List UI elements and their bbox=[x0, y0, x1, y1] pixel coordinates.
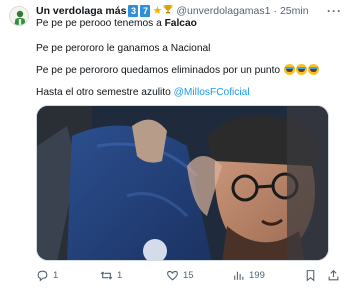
more-icon[interactable]: ··· bbox=[327, 4, 342, 18]
action-bar: 1 1 15 199 bbox=[36, 268, 342, 282]
line1-bold-text: Falcao bbox=[164, 18, 197, 29]
line3-text: Pe pe pe perororo quedamos eliminados po… bbox=[36, 65, 281, 76]
tweet-photo[interactable] bbox=[36, 105, 329, 261]
avatar[interactable] bbox=[9, 6, 29, 26]
reply-icon bbox=[37, 270, 48, 282]
number-badge-2: 7 bbox=[140, 5, 151, 17]
laughing-emoji-icon bbox=[283, 64, 295, 75]
number-badge-1: 3 bbox=[128, 5, 139, 17]
like-button[interactable]: 15 bbox=[166, 268, 194, 282]
retweet-count: 1 bbox=[117, 269, 123, 281]
display-name[interactable]: Un verdolaga más bbox=[36, 5, 126, 17]
avatar-icon bbox=[10, 7, 28, 25]
share-icon bbox=[328, 269, 339, 280]
trophy-icon bbox=[163, 4, 173, 18]
laughing-emoji-icon bbox=[307, 64, 319, 75]
reply-button[interactable]: 1 bbox=[36, 268, 58, 282]
laughing-emoji-icon bbox=[295, 64, 307, 75]
share-button[interactable] bbox=[327, 268, 340, 282]
views-button[interactable]: 199 bbox=[232, 268, 265, 282]
photo-content bbox=[37, 106, 328, 260]
line4-text: Hasta el otro semestre azulito bbox=[36, 87, 174, 98]
views-count: 199 bbox=[249, 269, 265, 281]
timestamp[interactable]: 25min bbox=[280, 5, 309, 17]
user-handle[interactable]: @unverdolagamas1 bbox=[176, 5, 270, 17]
tweet-text-line-3: Pe pe pe perororo quedamos eliminados po… bbox=[36, 64, 319, 77]
reply-count: 1 bbox=[53, 269, 59, 281]
views-icon bbox=[234, 271, 244, 280]
bookmark-button[interactable] bbox=[304, 268, 317, 282]
tweet-text-line-4: Hasta el otro semestre azulito @MillosFC… bbox=[36, 86, 250, 99]
tweet-card[interactable]: Un verdolaga más 3 7 ★ @unverdolagamas1 … bbox=[0, 0, 350, 292]
like-icon bbox=[167, 270, 178, 281]
star-icon: ★ bbox=[152, 5, 163, 17]
mention-link[interactable]: @MillosFCoficial bbox=[174, 87, 250, 98]
retweet-button[interactable]: 1 bbox=[100, 268, 122, 282]
separator-dot: · bbox=[273, 5, 277, 17]
tweet-text-line-1: Pe pe pe perooo tenemos a Falcao bbox=[36, 17, 197, 30]
like-count: 15 bbox=[183, 269, 194, 281]
retweet-icon bbox=[100, 270, 113, 280]
line1-text: Pe pe pe perooo tenemos a bbox=[36, 18, 165, 29]
bookmark-icon bbox=[306, 269, 315, 282]
tweet-text-line-2: Pe pe perororo le ganamos a Nacional bbox=[36, 43, 211, 54]
